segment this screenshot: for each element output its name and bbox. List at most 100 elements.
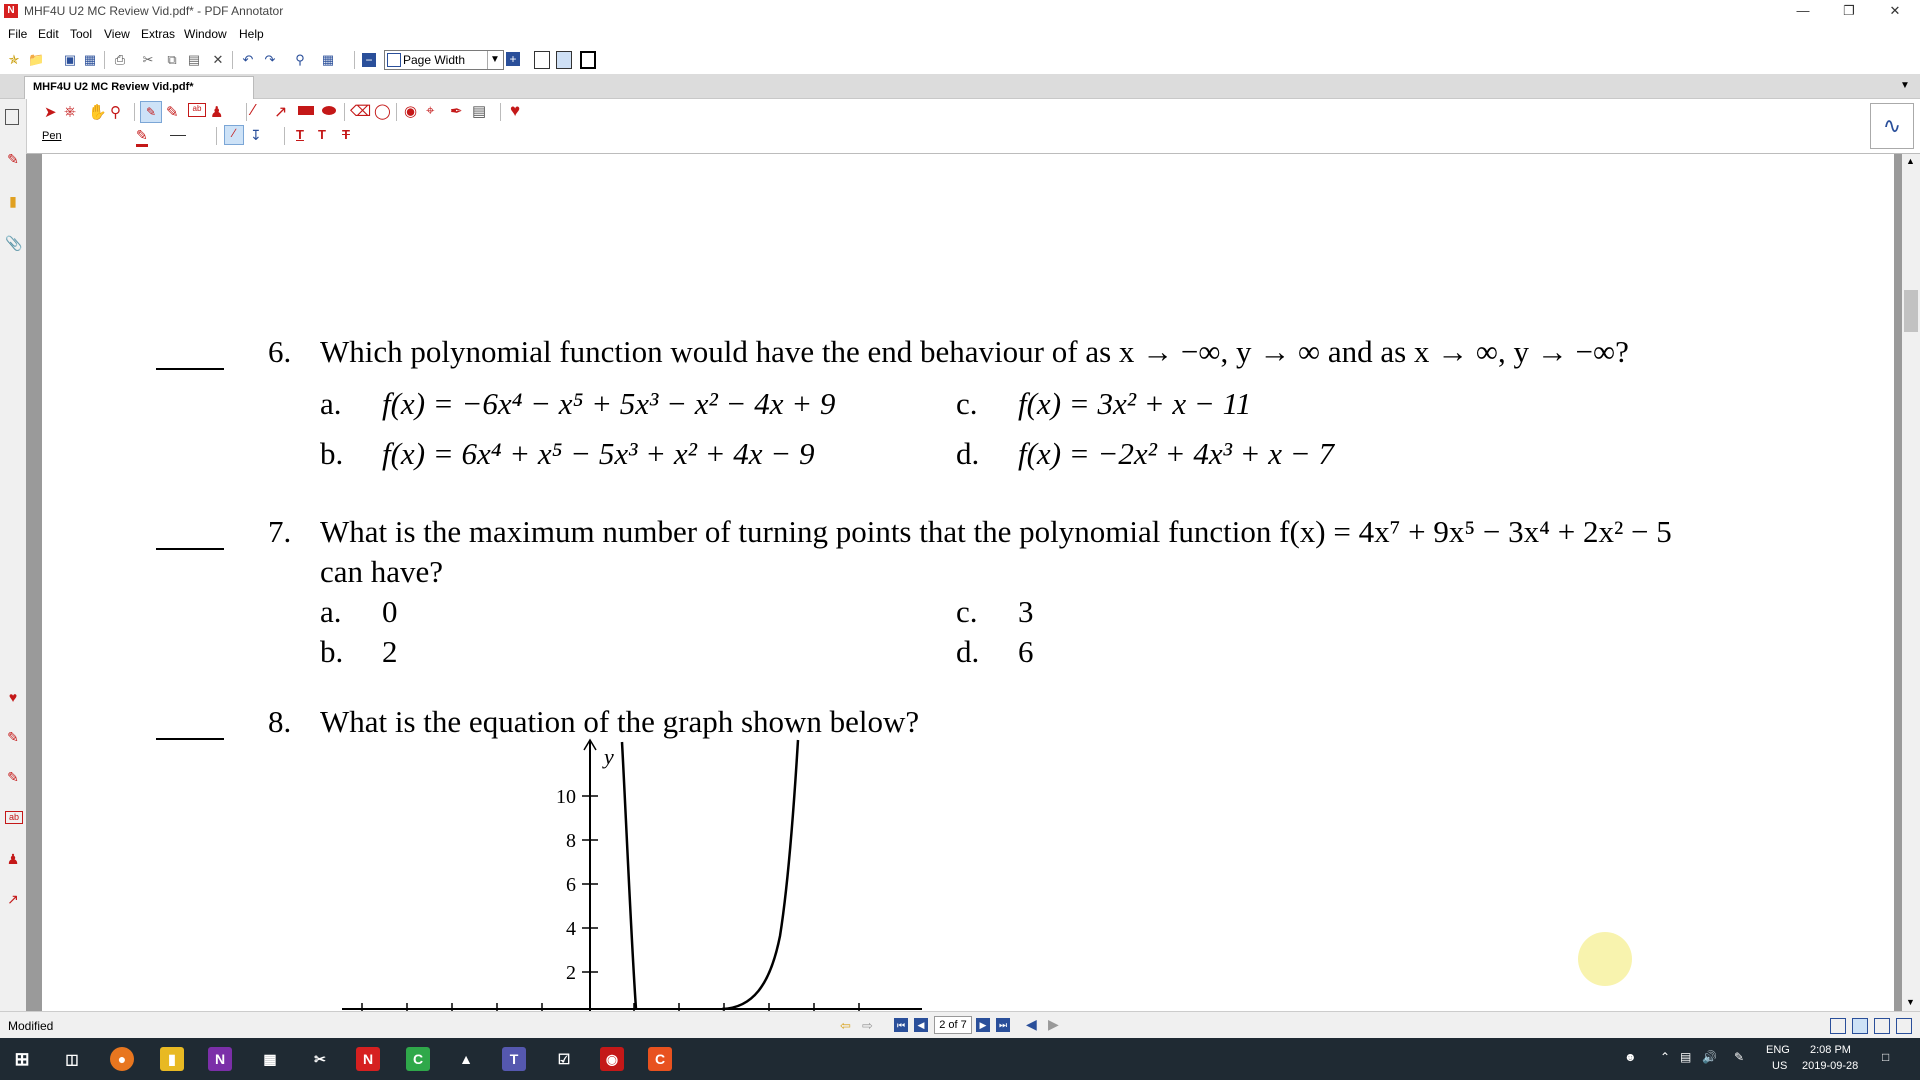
first-page-icon[interactable]: ⏮ <box>894 1018 908 1032</box>
arrow-tool-icon[interactable]: ↗ <box>274 102 287 122</box>
save-icon[interactable]: ▣ <box>62 52 78 68</box>
scroll-up-icon[interactable]: ▲ <box>1906 156 1915 166</box>
menu-window[interactable]: Window <box>184 27 227 41</box>
favorite-pen-icon[interactable]: ✎ <box>5 729 21 745</box>
pdf-annotator-taskbar-icon[interactable]: N <box>356 1047 380 1071</box>
ellipse-tool-icon[interactable] <box>322 106 336 115</box>
stamp-icon[interactable]: ♟ <box>210 103 223 121</box>
firefox-icon[interactable]: ● <box>110 1047 134 1071</box>
strikeout-icon[interactable]: T <box>342 127 350 142</box>
zoom-in-icon[interactable]: + <box>506 52 520 66</box>
answer-blank[interactable] <box>156 548 224 550</box>
language-indicator[interactable]: ENG <box>1766 1044 1790 1056</box>
document-tab[interactable]: MHF4U U2 MC Review Vid.pdf* <box>24 76 254 99</box>
delete-icon[interactable]: ✕ <box>210 52 226 68</box>
properties-icon[interactable]: ▦ <box>320 52 336 68</box>
file-explorer-icon[interactable]: ▮ <box>160 1047 184 1071</box>
highlighter-icon[interactable]: ✎ <box>166 103 179 121</box>
snipping-tool-icon[interactable]: ✂ <box>308 1047 332 1071</box>
favorites-heart-icon[interactable]: ♥ <box>5 689 21 705</box>
previous-view-icon[interactable]: ⇦ <box>840 1018 851 1034</box>
answer-blank[interactable] <box>156 738 224 740</box>
attachment-icon[interactable]: 📎 <box>5 235 22 251</box>
text-box-icon[interactable]: ab <box>188 103 206 117</box>
photos-icon[interactable]: ▲ <box>454 1047 478 1071</box>
scrollbar-thumb[interactable] <box>1904 290 1918 332</box>
favorite-stamp-icon[interactable]: ♟ <box>5 851 21 867</box>
clock-date[interactable]: 2019-09-28 <box>1802 1060 1858 1072</box>
calculator-icon[interactable]: ▦ <box>258 1047 282 1071</box>
clock-time[interactable]: 2:08 PM <box>1810 1044 1851 1056</box>
task-view-icon[interactable]: ◫ <box>60 1047 84 1071</box>
favorite-arrow-icon[interactable]: ↗ <box>5 891 21 907</box>
crop-icon[interactable]: ⌖ <box>426 102 434 119</box>
select-arrow-icon[interactable]: ➤ <box>44 103 57 121</box>
bookmark-folder-icon[interactable]: ▮ <box>5 193 21 209</box>
camtasia-recorder-icon[interactable]: C <box>648 1047 672 1071</box>
single-page-icon[interactable] <box>534 51 550 69</box>
notifications-icon[interactable]: □ <box>1882 1050 1889 1064</box>
new-document-icon[interactable]: ✯ <box>6 52 22 68</box>
zoom-tool-icon[interactable]: ⚲ <box>110 103 121 121</box>
line-tool-icon[interactable]: ∕ <box>252 102 255 120</box>
favorite-textbox-icon[interactable]: ab <box>5 811 23 824</box>
network-icon[interactable]: ▤ <box>1680 1050 1691 1064</box>
zoom-mode-select[interactable]: Page Width ▼ <box>384 50 504 70</box>
pen-tool-icon[interactable]: ✎ <box>140 101 162 123</box>
answer-blank[interactable] <box>156 368 224 370</box>
single-page-view-icon[interactable] <box>1830 1018 1846 1034</box>
print-icon[interactable]: ⎙ <box>112 52 128 68</box>
region-indicator[interactable]: US <box>1772 1060 1787 1072</box>
whiteboard-icon[interactable]: ☑ <box>552 1047 576 1071</box>
save-all-icon[interactable]: ▦ <box>82 52 98 68</box>
vertical-scrollbar[interactable]: ▲ ▼ <box>1902 154 1920 1011</box>
find-icon[interactable]: ⚲ <box>292 52 308 68</box>
last-page-icon[interactable]: ⏭ <box>996 1018 1010 1032</box>
smooth-stroke-icon[interactable]: ∕ <box>224 125 244 145</box>
two-page-view-icon[interactable] <box>1874 1018 1890 1034</box>
menu-view[interactable]: View <box>104 27 130 41</box>
pressure-icon[interactable]: ↧ <box>250 127 262 144</box>
continuous-view-icon[interactable] <box>1852 1018 1868 1034</box>
camera-icon[interactable]: ◉ <box>404 102 417 120</box>
undo-icon[interactable]: ↶ <box>240 52 256 68</box>
paste-icon[interactable]: ▤ <box>186 52 202 68</box>
chevron-down-icon[interactable]: ▼ <box>487 51 502 69</box>
copy-icon[interactable]: ⧉ <box>164 52 180 68</box>
previous-page-icon[interactable]: ◀ <box>914 1018 928 1032</box>
rectangle-tool-icon[interactable] <box>298 106 314 115</box>
hand-icon[interactable]: ✋ <box>88 103 107 121</box>
open-folder-icon[interactable]: 📁 <box>28 52 44 68</box>
forward-icon[interactable]: ▶ <box>1048 1016 1059 1033</box>
cut-icon[interactable]: ✂ <box>140 52 156 68</box>
zoom-out-icon[interactable]: − <box>362 53 376 67</box>
text-underline-icon[interactable]: T <box>296 127 304 142</box>
back-icon[interactable]: ◀ <box>1026 1016 1037 1033</box>
camtasia-icon[interactable]: C <box>406 1047 430 1071</box>
text-select-icon[interactable]: ⎈ <box>64 103 76 120</box>
pen-preview-icon[interactable]: ∿ <box>1870 103 1914 149</box>
tray-chevron-icon[interactable]: ⌃ <box>1660 1050 1670 1064</box>
minimize-icon[interactable]: — <box>1780 0 1826 22</box>
close-icon[interactable]: ✕ <box>1872 0 1918 22</box>
next-page-icon[interactable]: ▶ <box>976 1018 990 1032</box>
pdf-page[interactable]: 6. Which polynomial function would have … <box>42 154 1894 1012</box>
menu-extras[interactable]: Extras <box>141 27 175 41</box>
page-fit-icon[interactable] <box>556 51 572 69</box>
line-width-icon[interactable] <box>170 135 186 136</box>
menu-file[interactable]: File <box>8 27 27 41</box>
windows-start-icon[interactable]: ⊞ <box>10 1047 34 1071</box>
two-page-continuous-icon[interactable] <box>1896 1018 1912 1034</box>
favorites-heart-icon[interactable]: ♥ <box>510 101 520 121</box>
menu-tool[interactable]: Tool <box>70 27 92 41</box>
menu-edit[interactable]: Edit <box>38 27 59 41</box>
text-insert-icon[interactable]: T <box>318 127 326 142</box>
restore-icon[interactable]: ❐ <box>1826 0 1872 22</box>
eraser-icon[interactable]: ⌫ <box>350 102 371 120</box>
volume-icon[interactable]: 🔊 <box>1702 1050 1717 1064</box>
redo-icon[interactable]: ↷ <box>262 52 278 68</box>
full-screen-icon[interactable] <box>580 51 596 69</box>
page-thumbnail-icon[interactable] <box>5 109 19 125</box>
pen-workspace-icon[interactable]: ✎ <box>1734 1050 1744 1064</box>
onenote-icon[interactable]: N <box>208 1047 232 1071</box>
